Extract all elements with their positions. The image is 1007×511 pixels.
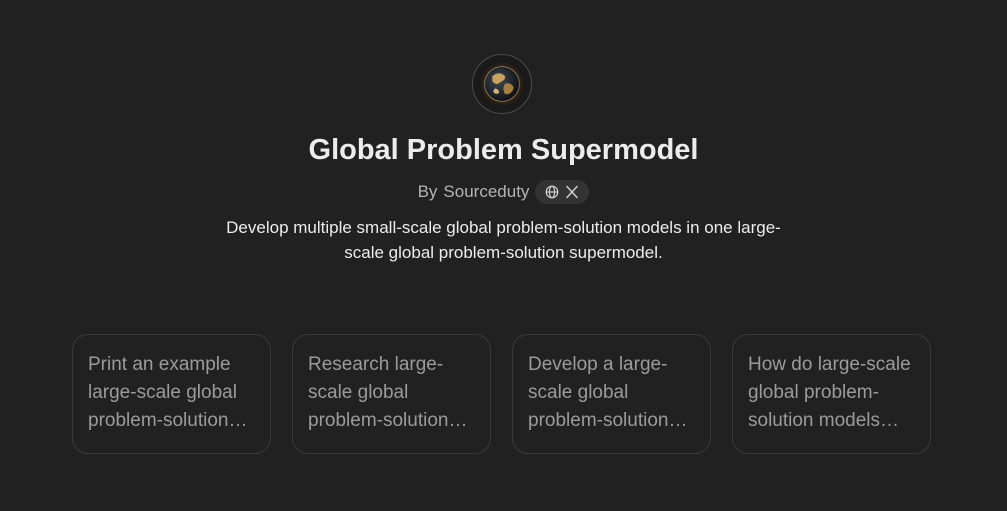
byline-prefix: By <box>417 182 438 201</box>
gpt-landing: Global Problem Supermodel By Sourceduty … <box>0 0 1007 511</box>
starter-text: How do large-scale global problem-soluti… <box>748 354 911 431</box>
globe-image-icon <box>473 55 531 113</box>
starter-text: Develop a large-scale global problem-sol… <box>528 354 669 431</box>
globe-icon[interactable] <box>545 185 559 199</box>
conversation-starters: Print an example large-scale global prob… <box>72 334 931 454</box>
starter-text: Research large-scale global problem-solu… <box>308 354 449 431</box>
starter-card[interactable]: Print an example large-scale global prob… <box>72 334 271 454</box>
starter-card[interactable]: Develop a large-scale global problem-sol… <box>512 334 711 454</box>
gpt-description: Develop multiple small-scale global prob… <box>226 218 781 262</box>
starter-card[interactable]: How do large-scale global problem-soluti… <box>732 334 931 454</box>
starter-card[interactable]: Research large-scale global problem-solu… <box>292 334 491 454</box>
x-logo-icon[interactable] <box>565 185 579 199</box>
gpt-title: Global Problem Supermodel <box>308 134 699 166</box>
starter-text: Print an example large-scale global prob… <box>88 354 237 431</box>
byline: By Sourceduty <box>0 179 1007 205</box>
author-name: Sourceduty <box>443 182 530 201</box>
gpt-avatar <box>472 54 532 114</box>
social-links <box>535 180 590 204</box>
